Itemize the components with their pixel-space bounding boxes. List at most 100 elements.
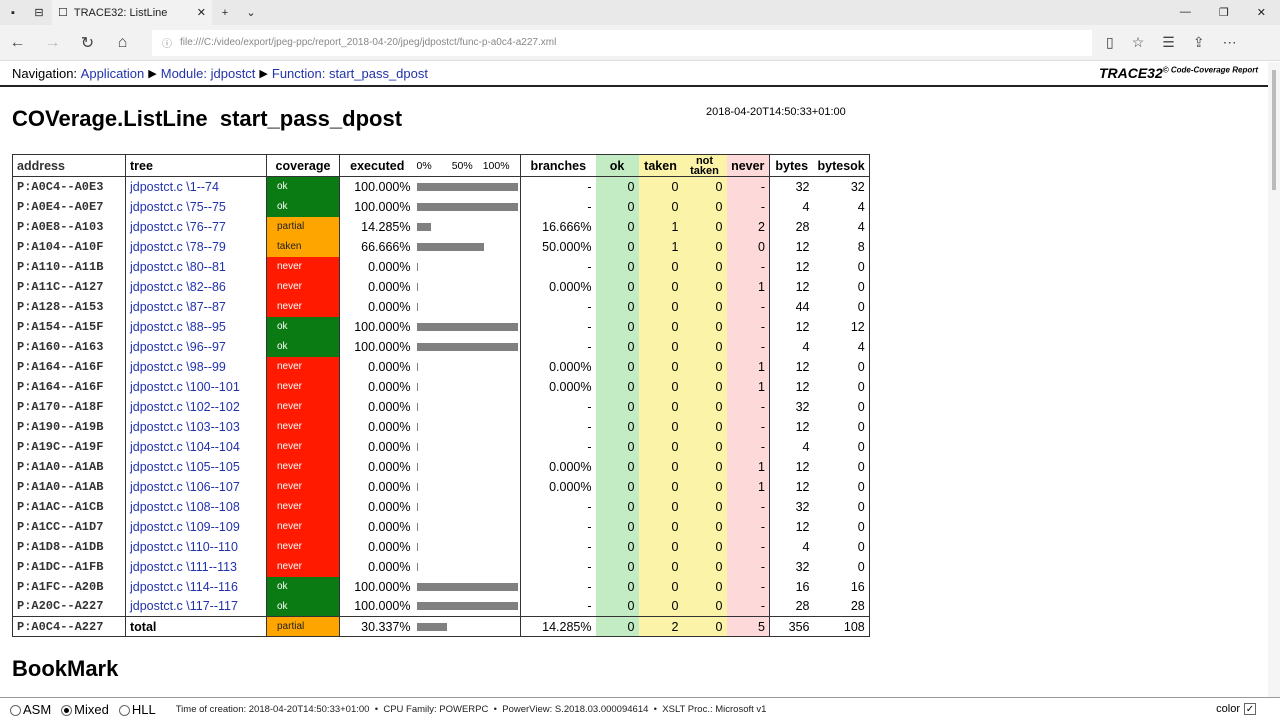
never-cell: 1: [726, 276, 770, 297]
radio-hll[interactable]: HLL: [118, 702, 156, 717]
tree-link[interactable]: jdpostct.c \100--101: [130, 380, 240, 394]
nav-module-link[interactable]: Module: jdpostct: [161, 66, 256, 81]
ok-cell: 0: [595, 356, 639, 377]
branches-cell: -: [587, 519, 592, 534]
bar-fill: [416, 482, 418, 491]
tree-link[interactable]: jdpostct.c \117--117: [130, 599, 238, 613]
not-taken-cell: 0: [682, 536, 727, 557]
ok-cell: 0: [595, 416, 639, 437]
ok-cell: 0: [595, 516, 639, 537]
address-cell: P:A1AC--A1CB: [12, 496, 126, 517]
bookmark-heading: BookMark: [12, 656, 119, 681]
tree-link[interactable]: jdpostct.c \87--87: [130, 300, 226, 314]
coverage-badge: never: [266, 496, 340, 517]
tree-link[interactable]: jdpostct.c \102--102: [130, 400, 240, 414]
share-icon[interactable]: ⇪: [1193, 34, 1205, 51]
tree-link[interactable]: jdpostct.c \103--103: [130, 420, 240, 434]
tree-link[interactable]: jdpostct.c \76--77: [130, 220, 226, 234]
radio-mixed[interactable]: Mixed: [61, 702, 109, 717]
tree-link[interactable]: jdpostct.c \88--95: [130, 320, 226, 334]
favorites-icon[interactable]: ☰: [1162, 34, 1175, 51]
tree-link[interactable]: jdpostct.c \75--75: [130, 200, 226, 214]
bytesok-cell: 0: [813, 556, 870, 577]
taken-cell: 0: [638, 436, 683, 457]
tree-cell: jdpostct.c \80--81: [125, 256, 267, 277]
tree-link[interactable]: jdpostct.c \82--86: [130, 280, 226, 294]
tree-cell: jdpostct.c \98--99: [125, 356, 267, 377]
coverage-badge: never: [266, 476, 340, 497]
branches-cell: -: [587, 559, 592, 574]
branches-cell: -: [587, 499, 592, 514]
nav-function-link[interactable]: Function: start_pass_dpost: [272, 66, 428, 81]
browser-tab[interactable]: ☐ TRACE32: ListLine ✕: [52, 0, 212, 25]
never-cell: -: [726, 556, 770, 577]
not-taken-cell: 0: [682, 236, 727, 257]
more-icon[interactable]: ⋯: [1223, 34, 1237, 51]
table-row: P:A1A0--A1AB jdpostct.c \105--105 never 0.0…: [12, 456, 870, 477]
tree-link[interactable]: jdpostct.c \109--109: [130, 520, 240, 534]
never-cell: 1: [726, 456, 770, 477]
table-row: P:A190--A19B jdpostct.c \103--103 never 0.0…: [12, 416, 870, 437]
col-ok: ok: [595, 154, 639, 177]
tab-preview-icon[interactable]: ⊟: [26, 6, 52, 19]
reading-view-icon[interactable]: ▯: [1106, 34, 1114, 51]
favorite-star-icon[interactable]: ☆: [1132, 34, 1145, 51]
tree-cell: jdpostct.c \110--110: [125, 536, 267, 557]
scrollbar[interactable]: [1268, 62, 1280, 697]
bytes-cell: 32: [795, 179, 810, 194]
home-icon[interactable]: ⌂: [105, 34, 140, 52]
tree-link[interactable]: jdpostct.c \104--104: [130, 440, 240, 454]
coverage-bar: [414, 216, 521, 237]
table-row: P:A20C--A227 jdpostct.c \117--117 ok 100.00…: [12, 596, 870, 617]
ok-cell: 0: [595, 336, 639, 357]
never-cell: -: [726, 396, 770, 417]
bytesok-cell: 16: [813, 576, 870, 597]
color-toggle[interactable]: color ✓: [1216, 703, 1256, 715]
tree-link[interactable]: jdpostct.c \98--99: [130, 360, 226, 374]
tree-link[interactable]: jdpostct.c \111--113: [130, 560, 237, 574]
taken-cell: 0: [638, 416, 683, 437]
taken-cell: 0: [638, 276, 683, 297]
tree-link[interactable]: jdpostct.c \106--107: [130, 480, 240, 494]
back-icon[interactable]: ←: [0, 34, 35, 52]
url-field[interactable]: ⓘ file:///C:/video/export/jpeg-ppc/report…: [152, 29, 1092, 56]
not-taken-cell: 0: [682, 316, 727, 337]
close-window-icon[interactable]: ✕: [1257, 6, 1266, 19]
new-tab-icon[interactable]: +: [212, 7, 238, 19]
ok-cell: 0: [595, 576, 639, 597]
table-header: address tree coverage executed 0% 50% 100%…: [12, 154, 870, 177]
branches-cell: 0.000%: [549, 379, 592, 394]
breadcrumb: Navigation: Application ▶ Module: jdpostc…: [0, 61, 1280, 87]
bar-fill: [416, 462, 418, 471]
browser-tab-bar: ▪ ⊟ ☐ TRACE32: ListLine ✕ + ⌄ — ❐ ✕: [0, 0, 1280, 25]
tree-link[interactable]: jdpostct.c \1--74: [130, 180, 219, 194]
coverage-bar: [414, 176, 521, 197]
bytesok-cell: 4: [813, 216, 870, 237]
taken-cell: 0: [638, 556, 683, 577]
address-cell: P:A104--A10F: [12, 236, 126, 257]
tree-link[interactable]: jdpostct.c \108--108: [130, 500, 240, 514]
tree-link[interactable]: jdpostct.c \96--97: [130, 340, 226, 354]
ok-cell: 0: [595, 556, 639, 577]
tab-list-chevron-icon[interactable]: ⌄: [238, 6, 264, 19]
ok-cell: 0: [595, 496, 639, 517]
tree-link[interactable]: jdpostct.c \78--79: [130, 240, 226, 254]
bytes-cell: 12: [795, 279, 810, 294]
tree-link[interactable]: jdpostct.c \114--116: [130, 580, 238, 594]
radio-asm[interactable]: ASM: [10, 702, 51, 717]
tree-link[interactable]: jdpostct.c \105--105: [130, 460, 240, 474]
minimize-icon[interactable]: —: [1180, 6, 1191, 19]
refresh-icon[interactable]: ↻: [70, 33, 105, 53]
tree-link[interactable]: jdpostct.c \80--81: [130, 260, 226, 274]
branches-cell: -: [587, 199, 592, 214]
executed-cell: 0.000%: [368, 359, 411, 374]
bytes-cell: 12: [795, 419, 810, 434]
nav-application-link[interactable]: Application: [81, 66, 145, 81]
tab-set-aside-icon[interactable]: ▪: [0, 7, 26, 19]
forward-icon[interactable]: →: [35, 34, 70, 52]
close-tab-icon[interactable]: ✕: [197, 6, 206, 19]
branches-cell: -: [587, 399, 592, 414]
tree-link[interactable]: jdpostct.c \110--110: [130, 540, 238, 554]
maximize-icon[interactable]: ❐: [1219, 6, 1229, 19]
branches-cell: -: [587, 539, 592, 554]
